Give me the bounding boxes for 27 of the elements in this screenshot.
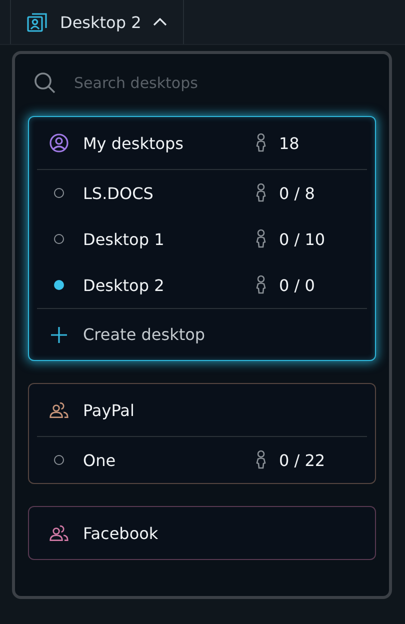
plus-icon (50, 326, 68, 344)
desktops-icon (26, 11, 48, 33)
create-desktop-button[interactable]: Create desktop (37, 308, 367, 360)
desktop-item[interactable]: Desktop 1 0 / 10 (37, 216, 367, 262)
member-count: 0 / 10 (279, 230, 326, 248)
desktop-name: LS.DOCS (83, 184, 154, 202)
desktop-name: Desktop 1 (83, 230, 166, 248)
search-field[interactable]: Search desktops (72, 73, 336, 93)
person-icon (255, 229, 267, 249)
desktop-name: Desktop 2 (83, 276, 166, 294)
member-count: 18 (279, 134, 300, 152)
group-name: My desktops (83, 134, 185, 152)
member-count: 0 / 22 (279, 450, 326, 470)
member-count: 0 / 8 (279, 184, 315, 202)
person-icon (255, 450, 267, 470)
person-icon (255, 133, 267, 153)
group-name: PayPal (83, 400, 136, 420)
search-icon (34, 72, 56, 94)
group-name: Facebook (83, 524, 160, 542)
person-icon (255, 183, 267, 203)
member-count: 0 / 0 (279, 276, 315, 294)
desktop-item[interactable]: Desktop 2 0 / 0 (37, 262, 367, 308)
desktop-item[interactable]: LS.DOCS 0 / 8 (37, 170, 367, 216)
chevron-up-icon (153, 18, 168, 26)
desktop-item[interactable]: One 0 / 22 (37, 437, 367, 483)
desktop-name: One (83, 450, 117, 470)
person-icon (255, 275, 267, 295)
